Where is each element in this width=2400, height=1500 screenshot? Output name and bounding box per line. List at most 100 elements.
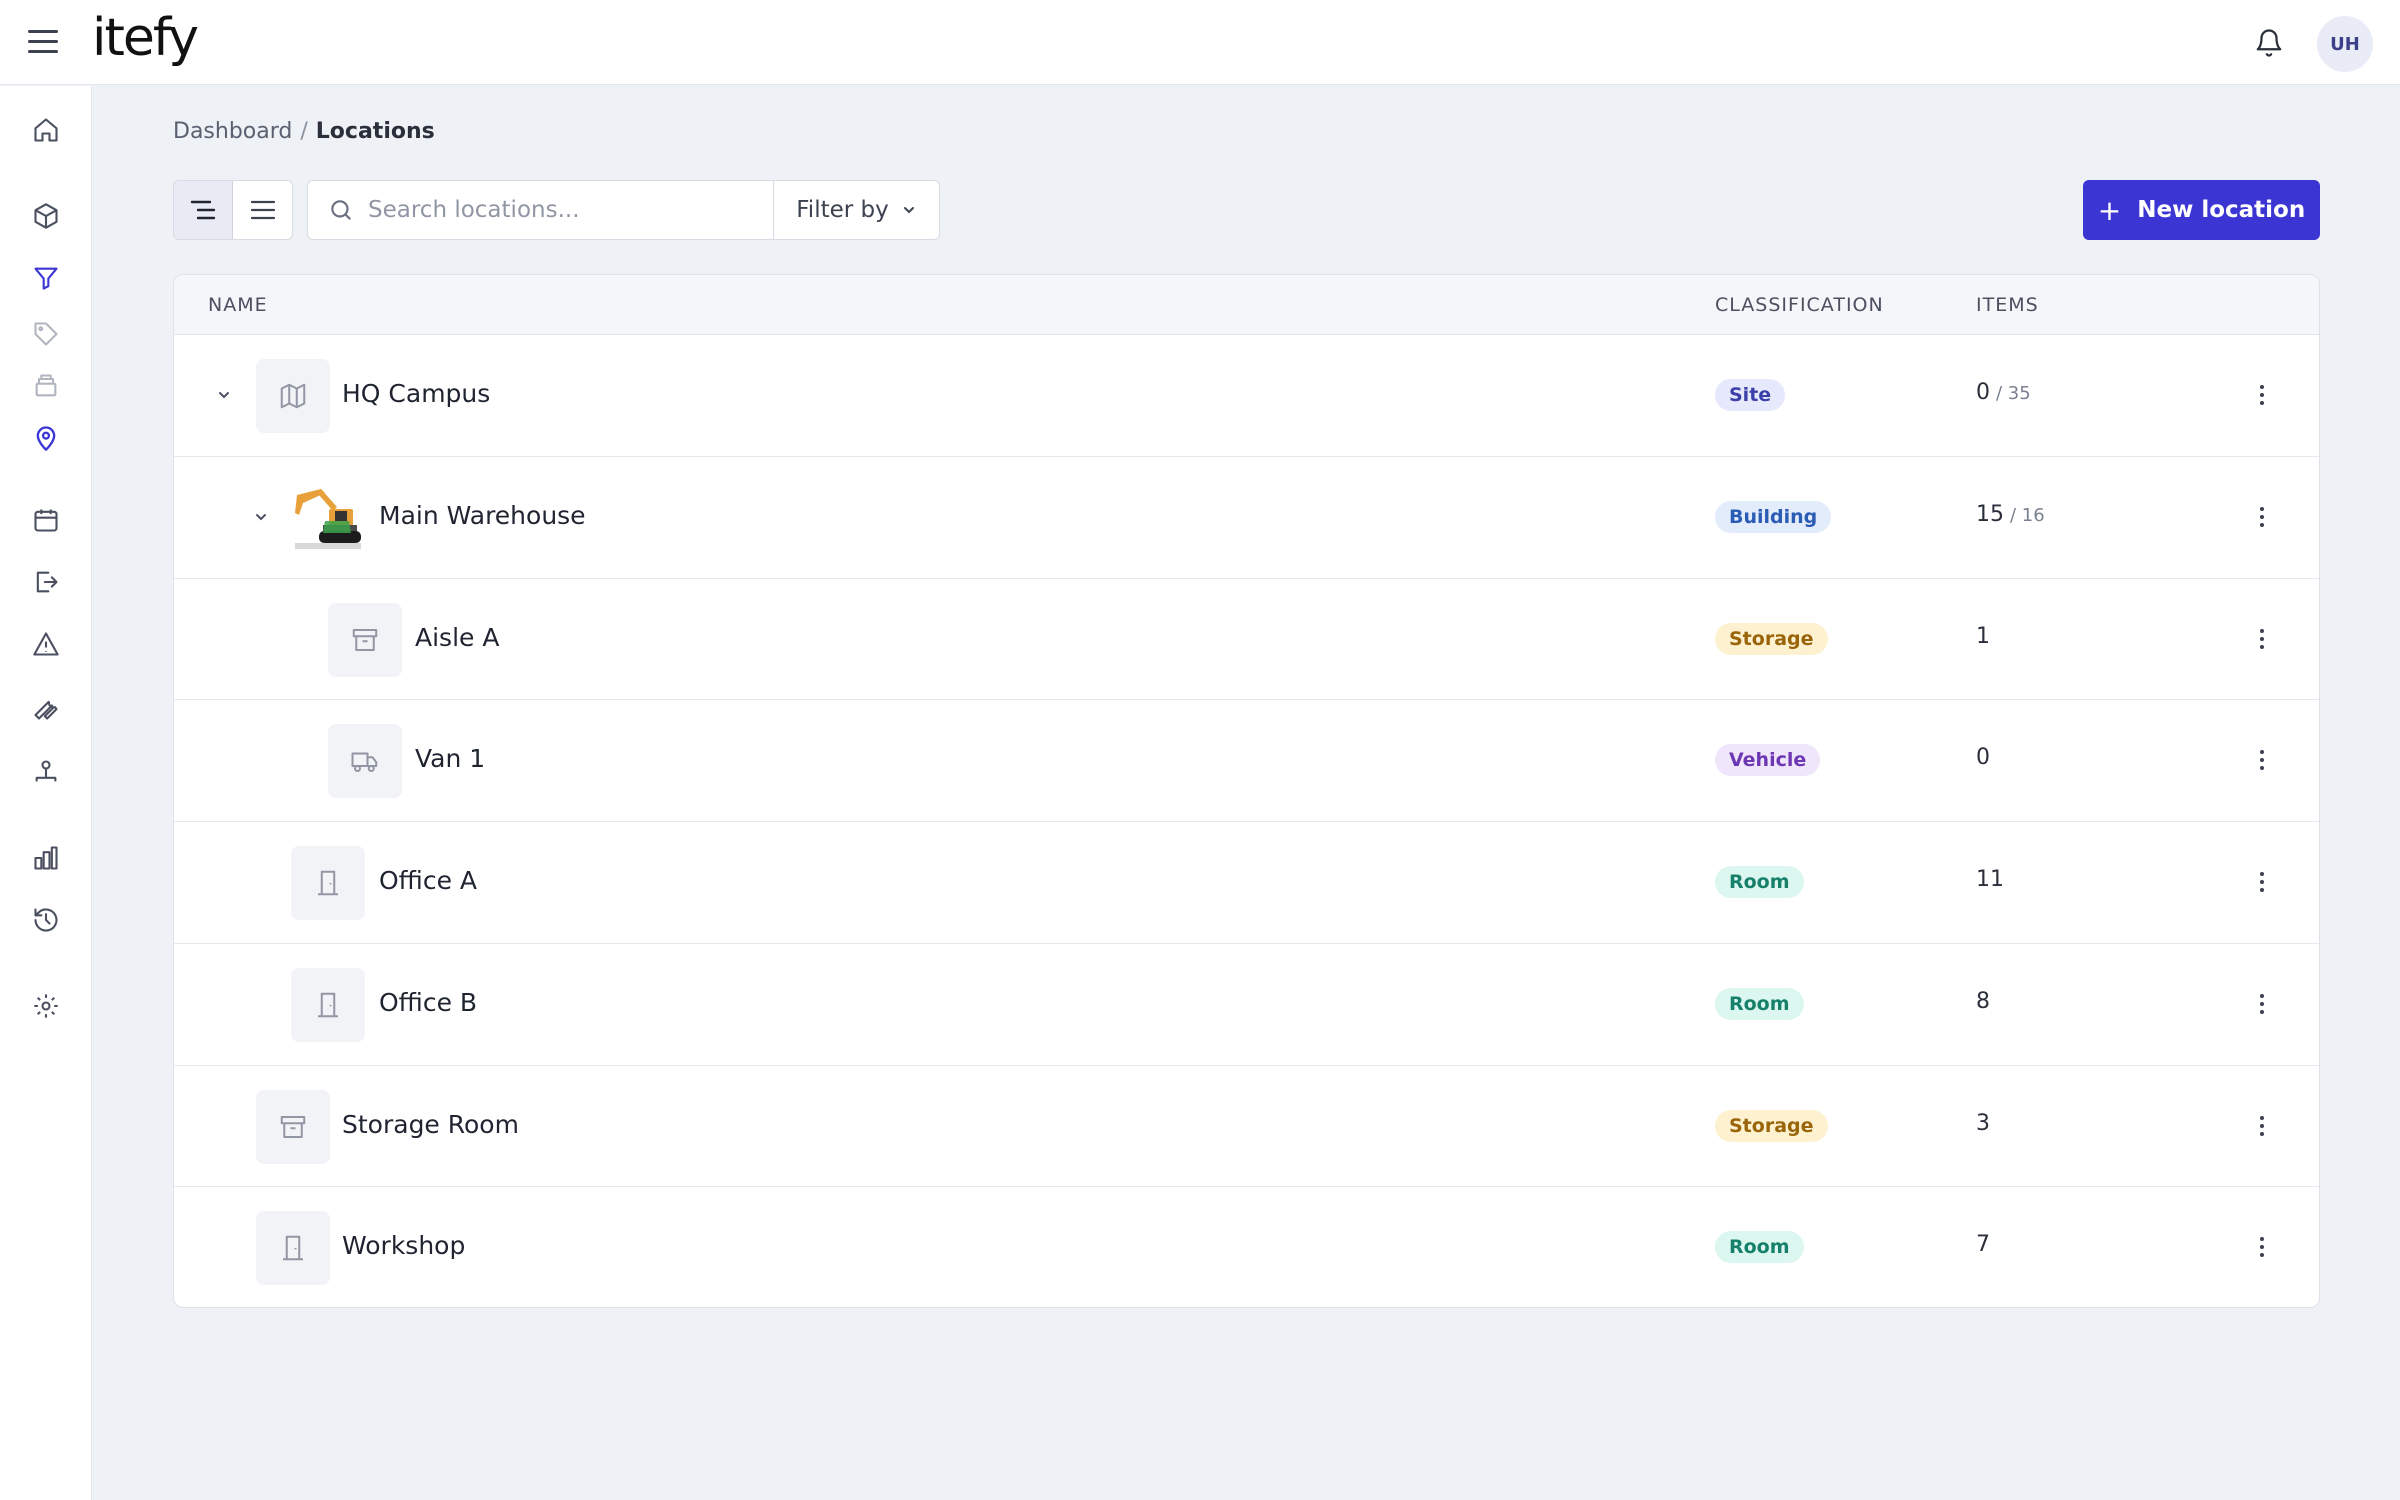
item-count: 7: [1976, 1232, 1996, 1257]
bar-chart-icon[interactable]: [30, 842, 62, 874]
archive-icon: [352, 628, 378, 651]
filter-by-label: Filter by: [796, 197, 889, 223]
chevron-down-icon[interactable]: [251, 507, 271, 527]
app-logo[interactable]: itefy: [92, 8, 199, 68]
notifications-bell-icon[interactable]: [2254, 28, 2284, 58]
table-header: NAME CLASSIFICATION ITEMS: [174, 275, 2319, 335]
classification-badge: Storage: [1715, 622, 1828, 655]
items-value: 0: [1976, 380, 1990, 405]
stack-icon[interactable]: [30, 370, 62, 402]
row-actions-icon[interactable]: [2250, 1229, 2274, 1265]
item-count: 8: [1976, 989, 1996, 1014]
table-row[interactable]: Office B Room 8: [174, 944, 2319, 1066]
search-filter-group: Filter by: [307, 180, 940, 240]
items-value: 11: [1976, 867, 2004, 892]
archive-icon: [280, 1115, 306, 1138]
tree-view-icon: [190, 200, 216, 220]
table-row[interactable]: Office A Room 11: [174, 822, 2319, 944]
user-avatar[interactable]: UH: [2317, 16, 2373, 72]
item-count: 15 / 16: [1976, 502, 2045, 527]
location-name[interactable]: Office B: [379, 988, 477, 1017]
settings-gear-icon[interactable]: [30, 990, 62, 1022]
view-toggle: [173, 180, 293, 240]
warning-icon[interactable]: [30, 628, 62, 660]
item-count: 1: [1976, 624, 1996, 649]
row-actions-icon[interactable]: [2250, 621, 2274, 657]
chevron-down-icon: [903, 207, 914, 214]
row-actions-icon[interactable]: [2250, 864, 2274, 900]
row-actions-icon[interactable]: [2250, 742, 2274, 778]
chevron-down-icon[interactable]: [214, 385, 234, 405]
item-count: 0 / 35: [1976, 380, 2031, 405]
items-value: 3: [1976, 1110, 1990, 1136]
location-thumbnail: [291, 967, 365, 1042]
location-name[interactable]: Office A: [379, 866, 477, 895]
calendar-icon[interactable]: [30, 504, 62, 536]
tree-view-button[interactable]: [174, 181, 234, 239]
classification-badge: Building: [1715, 500, 1832, 533]
plus-icon: +: [2097, 193, 2122, 227]
table-row[interactable]: HQ Campus Site 0 / 35: [174, 335, 2319, 457]
location-name[interactable]: Workshop: [342, 1231, 465, 1260]
location-thumbnail: [256, 359, 330, 433]
search-input[interactable]: [368, 197, 748, 223]
classification-badge: Storage: [1715, 1109, 1828, 1142]
home-icon[interactable]: [30, 114, 62, 146]
row-actions-icon[interactable]: [2250, 1108, 2274, 1144]
excavator-image: [295, 488, 361, 549]
location-thumbnail: [291, 481, 365, 555]
map-icon: [280, 383, 306, 409]
table-row[interactable]: Van 1 Vehicle 0: [174, 700, 2319, 822]
location-thumbnail: [256, 1211, 330, 1286]
list-view-icon: [250, 200, 275, 220]
breadcrumb-current: Locations: [315, 119, 435, 144]
location-name[interactable]: HQ Campus: [342, 379, 490, 408]
breadcrumb-separator: /: [300, 119, 308, 144]
table-row[interactable]: Main Warehouse Building 15 / 16: [174, 457, 2319, 579]
location-name[interactable]: Van 1: [415, 744, 485, 773]
header-name[interactable]: NAME: [208, 294, 268, 316]
location-thumbnail: [328, 602, 402, 677]
location-name[interactable]: Aisle A: [415, 623, 499, 652]
items-total: / 35: [1996, 383, 2031, 404]
row-actions-icon[interactable]: [2250, 499, 2274, 535]
classification-badge: Room: [1715, 987, 1804, 1020]
items-value: 8: [1976, 988, 1990, 1014]
tag-icon[interactable]: [30, 318, 62, 350]
table-row[interactable]: Aisle A Storage 1: [174, 579, 2319, 701]
location-name[interactable]: Main Warehouse: [379, 501, 586, 530]
door-icon: [318, 870, 338, 896]
item-count: 3: [1976, 1111, 1996, 1136]
new-location-button[interactable]: + New location: [2083, 180, 2320, 240]
search-icon: [331, 200, 351, 220]
header-items[interactable]: ITEMS: [1976, 294, 2039, 316]
menu-icon[interactable]: [28, 30, 58, 56]
org-chart-icon[interactable]: [30, 756, 62, 788]
location-name[interactable]: Storage Room: [342, 1110, 519, 1139]
filter-funnel-icon[interactable]: [30, 262, 62, 294]
filter-by-dropdown[interactable]: Filter by: [774, 181, 939, 239]
wrench-icon[interactable]: [30, 692, 62, 724]
classification-badge: Site: [1715, 379, 1786, 411]
search-box: [308, 181, 774, 239]
box-icon[interactable]: [30, 200, 62, 232]
truck-icon: [351, 752, 378, 773]
list-view-button[interactable]: [233, 181, 292, 239]
row-actions-icon[interactable]: [2250, 377, 2274, 413]
classification-badge: Room: [1715, 866, 1804, 898]
classification-badge: Vehicle: [1715, 744, 1821, 777]
items-total: / 16: [2010, 504, 2045, 526]
location-pin-icon[interactable]: [30, 422, 62, 454]
locations-table: NAME CLASSIFICATION ITEMS HQ Campus Site…: [173, 274, 2320, 1308]
table-row[interactable]: Storage Room Storage 3: [174, 1066, 2319, 1188]
header-classification[interactable]: CLASSIFICATION: [1715, 294, 1884, 316]
checkout-icon[interactable]: [30, 566, 62, 598]
new-location-label: New location: [2137, 197, 2306, 223]
classification-badge: Room: [1715, 1231, 1804, 1264]
breadcrumb-dashboard-link[interactable]: Dashboard: [173, 119, 292, 144]
history-icon[interactable]: [30, 904, 62, 936]
row-actions-icon[interactable]: [2250, 986, 2274, 1022]
table-row[interactable]: Workshop Room 7: [174, 1187, 2319, 1307]
location-thumbnail: [328, 724, 402, 799]
item-count: 0: [1976, 745, 1996, 770]
